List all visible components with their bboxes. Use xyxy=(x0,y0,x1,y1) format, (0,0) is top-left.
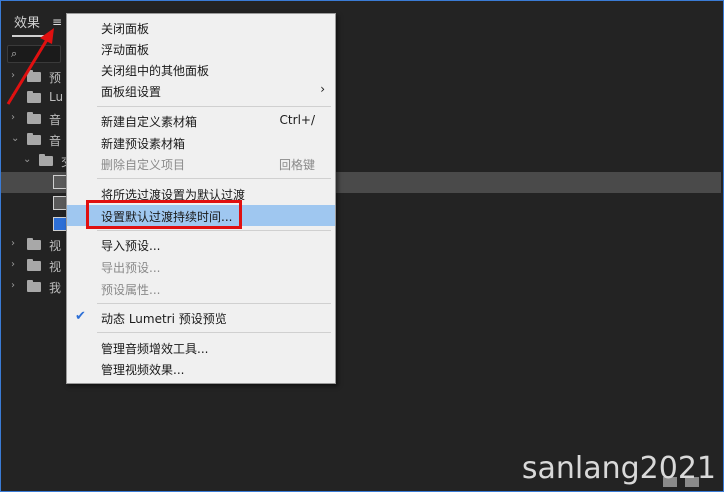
folder-icon xyxy=(27,70,41,82)
menu-separator xyxy=(97,230,331,231)
watermark: sanlang2021 xyxy=(521,451,716,486)
menu-item-label: 新建预设素材箱 xyxy=(101,137,186,151)
menu-item-label: 删除自定义项目 xyxy=(101,158,186,172)
folder-icon xyxy=(27,133,41,145)
menu-item-panel-group-settings[interactable]: 面板组设置 › xyxy=(67,80,335,101)
menu-item-import-preset[interactable]: 导入预设... xyxy=(67,234,335,255)
menu-item-label: 导入预设... xyxy=(101,239,161,253)
menu-item-label: 浮动面板 xyxy=(101,43,150,57)
folder-icon xyxy=(27,238,41,250)
hamburger-icon[interactable]: ≡ xyxy=(50,14,64,30)
menu-item-label: 管理音频增效工具... xyxy=(101,342,209,356)
menu-item-new-custom-bin[interactable]: 新建自定义素材箱 Ctrl+/ xyxy=(67,110,335,131)
menu-item-float-panel[interactable]: 浮动面板 xyxy=(67,38,335,59)
tree-row-label: 音 xyxy=(49,113,62,127)
menu-item-label: 动态 Lumetri 预设预览 xyxy=(101,312,227,326)
chevron-right-icon[interactable]: › xyxy=(11,280,15,291)
menu-separator xyxy=(97,332,331,333)
tree-row-label: 视 xyxy=(49,239,62,253)
chevron-right-icon[interactable]: › xyxy=(11,259,15,270)
tree-row-label: Lu xyxy=(49,90,64,104)
tree-row-label: 我 xyxy=(49,281,62,295)
tree-row-label: 音 xyxy=(49,134,62,148)
menu-item-delete-custom: 删除自定义项目 回格键 xyxy=(67,153,335,174)
menu-separator xyxy=(97,178,331,179)
folder-icon xyxy=(27,280,41,292)
menu-item-label: 预设属性... xyxy=(101,283,161,297)
folder-icon xyxy=(39,154,53,166)
menu-separator xyxy=(97,303,331,304)
menu-item-lumetri-preview[interactable]: ✔ 动态 Lumetri 预设预览 xyxy=(67,307,335,328)
menu-item-preset-properties: 预设属性... xyxy=(67,278,335,299)
menu-item-shortcut: Ctrl+/ xyxy=(279,113,315,127)
menu-item-shortcut: 回格键 xyxy=(278,158,315,172)
menu-item-label: 关闭面板 xyxy=(101,22,150,36)
annotation-highlight-box xyxy=(86,200,242,229)
chevron-right-icon[interactable]: › xyxy=(11,70,15,81)
tab-effects[interactable]: 效果 xyxy=(14,12,40,31)
tab-underline xyxy=(12,35,46,37)
chevron-right-icon[interactable]: › xyxy=(11,91,15,102)
checkmark-icon: ✔ xyxy=(75,309,86,324)
menu-item-label: 管理视频效果... xyxy=(101,363,185,377)
menu-separator xyxy=(97,106,331,107)
panel-context-menu: 关闭面板 浮动面板 关闭组中的其他面板 面板组设置 › 新建自定义素材箱 Ctrl+… xyxy=(66,13,336,384)
menu-item-close-others[interactable]: 关闭组中的其他面板 xyxy=(67,59,335,80)
folder-icon xyxy=(27,91,41,103)
menu-item-close-panel[interactable]: 关闭面板 xyxy=(67,17,335,38)
folder-icon xyxy=(27,259,41,271)
chevron-down-icon[interactable]: ⌄ xyxy=(23,154,31,165)
menu-item-manage-audio-plugins[interactable]: 管理音频增效工具... xyxy=(67,337,335,358)
magnifier-icon: ⌕ xyxy=(11,47,18,60)
preset-icon xyxy=(53,175,67,189)
tree-row-label: 预 xyxy=(49,71,62,85)
chevron-right-icon[interactable]: › xyxy=(11,238,15,249)
menu-item-label: 面板组设置 xyxy=(101,85,162,99)
folder-icon xyxy=(27,112,41,124)
menu-item-label: 导出预设... xyxy=(101,261,161,275)
submenu-arrow-icon: › xyxy=(320,82,325,96)
menu-item-manage-video-effects[interactable]: 管理视频效果... xyxy=(67,358,335,379)
search-input[interactable]: ⌕ xyxy=(7,45,61,63)
menu-item-new-preset-bin[interactable]: 新建预设素材箱 xyxy=(67,132,335,153)
tree-row-label: 视 xyxy=(49,260,62,274)
chevron-down-icon[interactable]: ⌄ xyxy=(11,133,19,144)
preset-icon xyxy=(53,217,67,231)
chevron-right-icon[interactable]: › xyxy=(11,112,15,123)
menu-item-label: 关闭组中的其他面板 xyxy=(101,64,210,78)
menu-item-label: 新建自定义素材箱 xyxy=(101,115,198,129)
menu-item-export-preset: 导出预设... xyxy=(67,256,335,277)
preset-icon xyxy=(53,196,67,210)
